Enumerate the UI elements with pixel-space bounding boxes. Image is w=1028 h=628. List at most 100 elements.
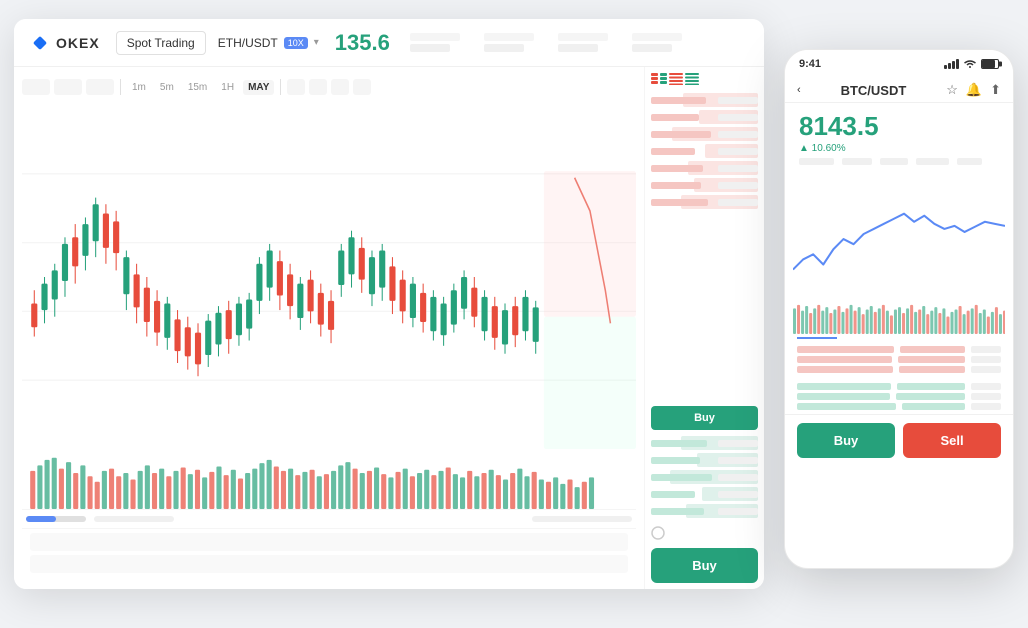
ob-sell-row [651, 178, 758, 192]
mobile-pair-title: BTC/USDT [841, 83, 907, 98]
volume-chart [22, 449, 636, 509]
ob-buy-row [651, 504, 758, 518]
mobile-nav-bar: ‹ BTC/USDT ☆ 🔔 ⬆ [785, 78, 1013, 103]
battery-icon [981, 59, 999, 69]
mobile-volume [785, 299, 1013, 334]
ob-both-icon[interactable] [651, 73, 667, 85]
mobile-buy-button[interactable]: Buy [797, 423, 895, 458]
ob-mid-spacer [797, 376, 1001, 380]
ob-sell-row [651, 161, 758, 175]
main-content: 1m 5m 15m 1H MAY [14, 67, 764, 589]
price-stats [410, 33, 682, 52]
mob-ob-row-buy-3 [797, 403, 1001, 410]
mobile-price: 8143.5 [799, 111, 999, 142]
mob-ob-row-buy-2 [797, 393, 1001, 400]
mobile-chart [785, 169, 1013, 299]
indicator-icon[interactable] [309, 79, 327, 95]
ob-sell-row [651, 93, 758, 107]
fullscreen-icon[interactable] [353, 79, 371, 95]
mobile-price-section: 8143.5 ▲ 10.60% [785, 103, 1013, 169]
ob-sell-row [651, 144, 758, 158]
wifi-icon [963, 59, 977, 69]
mobile-stat-4 [916, 158, 949, 165]
stat-vol [632, 33, 682, 52]
table-row-2 [30, 555, 628, 573]
timeframe-may[interactable]: MAY [243, 80, 274, 95]
mobile-stat-1 [799, 158, 834, 165]
timeframe-1h[interactable]: 1H [216, 80, 239, 95]
ob-type-icons [651, 73, 699, 85]
mobile-sell-button[interactable]: Sell [903, 423, 1001, 458]
candlestick-chart [22, 105, 636, 449]
spot-trading-button[interactable]: Spot Trading [116, 31, 206, 55]
mobile-stat-3 [880, 158, 908, 165]
timeline-indicator [532, 516, 632, 522]
ob-bottom-icon [651, 518, 758, 540]
leverage-badge: 10X [284, 37, 308, 49]
circle-icon [651, 526, 665, 540]
star-icon[interactable]: ☆ [946, 82, 958, 98]
mobile-separator-line [797, 337, 837, 339]
mobile-stat-2 [842, 158, 872, 165]
stat-high [484, 33, 534, 52]
order-book-panel: Buy [644, 67, 764, 589]
ob-sell-row [651, 110, 758, 124]
mob-ob-row-sell-1 [797, 346, 1001, 353]
timeframe-15m[interactable]: 15m [183, 80, 212, 95]
mobile-bottom-buttons: Buy Sell [785, 414, 1013, 466]
ob-header [651, 73, 758, 85]
mobile-mockup: 9:41 ‹ BTC/USDT [784, 49, 1014, 569]
ob-buy-button[interactable]: Buy [651, 406, 758, 430]
trading-pair: ETH/USDT [218, 36, 278, 50]
timeframe-1m[interactable]: 1m [127, 80, 151, 95]
chart-bottom-controls [22, 509, 636, 528]
toolbar-btn-1[interactable] [22, 79, 50, 95]
scroll-bar[interactable] [26, 516, 86, 522]
ob-buy-row [651, 436, 758, 450]
ob-buy-row [651, 487, 758, 501]
top-bar: OKEX Spot Trading ETH/USDT 10X ▾ 135.6 [14, 19, 764, 67]
mobile-back-button[interactable]: ‹ [797, 84, 801, 96]
zoom-indicator [94, 516, 174, 522]
mobile-status-bar: 9:41 [785, 50, 1013, 78]
toolbar-btn-3[interactable] [86, 79, 114, 95]
mobile-order-book [785, 342, 1013, 414]
mob-ob-row-buy-1 [797, 383, 1001, 390]
signal-icon [944, 59, 959, 69]
bell-icon[interactable]: 🔔 [966, 82, 982, 98]
table-row-1 [30, 533, 628, 551]
mobile-price-change: ▲ 10.60% [799, 143, 999, 154]
ob-buy-row [651, 470, 758, 484]
current-price: 135.6 [335, 30, 390, 56]
mobile-time: 9:41 [799, 58, 821, 70]
dropdown-arrow-icon: ▾ [314, 37, 319, 48]
toolbar-separator [120, 79, 121, 95]
chart-toolbar: 1m 5m 15m 1H MAY [22, 75, 636, 99]
chart-area: 1m 5m 15m 1H MAY [14, 67, 644, 589]
ob-buy-row [651, 453, 758, 467]
ob-sell-row [651, 195, 758, 209]
mobile-status-icons [944, 59, 999, 69]
ob-sell-icon[interactable] [669, 73, 683, 85]
toolbar-btn-2[interactable] [54, 79, 82, 95]
mobile-stat-5 [957, 158, 982, 165]
bottom-table [22, 528, 636, 581]
share-icon[interactable]: ⬆ [990, 82, 1001, 98]
buy-order-rows [651, 436, 758, 518]
mob-ob-row-sell-2 [797, 356, 1001, 363]
stat-change [410, 33, 460, 52]
chart-type-icon[interactable] [287, 79, 305, 95]
toolbar-sep-2 [280, 79, 281, 95]
okex-logo-icon [30, 33, 50, 53]
stat-low [558, 33, 608, 52]
brand-name: OKEX [56, 35, 100, 51]
mobile-price-stats [799, 158, 999, 165]
settings-icon[interactable] [331, 79, 349, 95]
timeframe-5m[interactable]: 5m [155, 80, 179, 95]
pair-selector[interactable]: ETH/USDT 10X ▾ [218, 36, 319, 50]
mobile-nav-icons: ☆ 🔔 ⬆ [946, 82, 1001, 98]
ob-sell-row [651, 127, 758, 141]
ob-buy-icon[interactable] [685, 73, 699, 85]
mob-ob-row-sell-3 [797, 366, 1001, 373]
big-buy-button[interactable]: Buy [651, 548, 758, 583]
